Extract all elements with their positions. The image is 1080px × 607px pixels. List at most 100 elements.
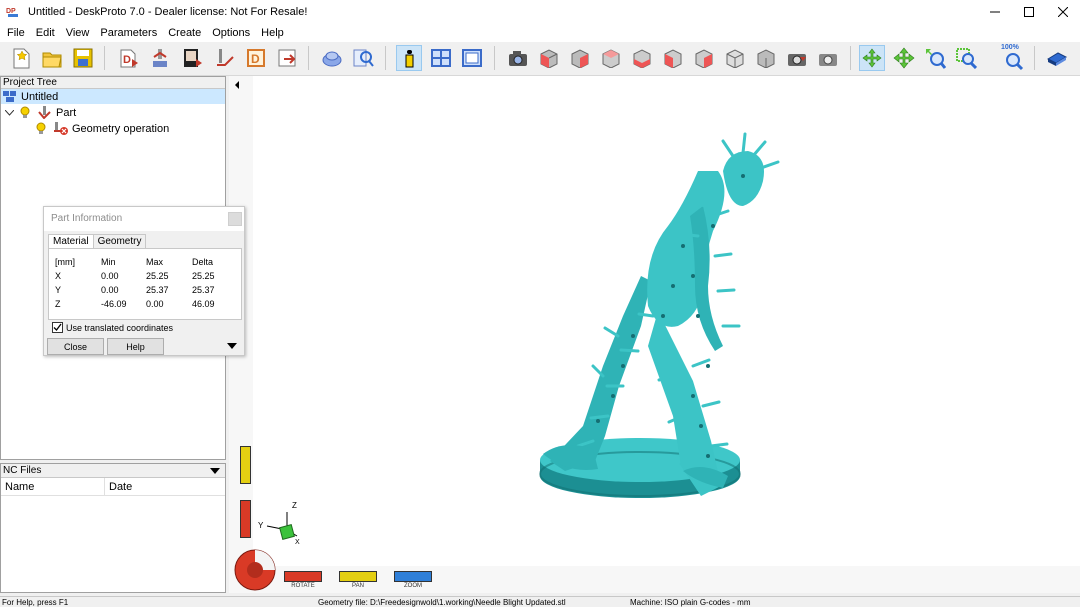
zoom-window-button[interactable] bbox=[953, 45, 979, 71]
project-tree-header: Project Tree bbox=[1, 77, 225, 89]
render-button[interactable] bbox=[784, 45, 810, 71]
tree-item-geometry-operation[interactable]: Geometry operation bbox=[36, 121, 169, 136]
preview-button[interactable] bbox=[459, 45, 485, 71]
minimize-button[interactable] bbox=[978, 0, 1012, 24]
help-button[interactable]: Help bbox=[107, 338, 164, 355]
project-button[interactable] bbox=[180, 45, 206, 71]
menu-parameters[interactable]: Parameters bbox=[96, 27, 161, 39]
info-button[interactable] bbox=[396, 45, 422, 71]
column-header-max: Max bbox=[146, 257, 164, 267]
view-top-button[interactable] bbox=[660, 45, 686, 71]
d-icon: D bbox=[247, 49, 265, 67]
view-front-button[interactable] bbox=[536, 45, 562, 71]
menu-edit[interactable]: Edit bbox=[32, 27, 59, 39]
pan-control[interactable] bbox=[339, 571, 377, 582]
row-max: 0.00 bbox=[146, 299, 164, 309]
project-icon bbox=[184, 49, 202, 67]
menu-options[interactable]: Options bbox=[208, 27, 254, 39]
new-file-icon bbox=[13, 48, 30, 69]
expand-arrow-icon[interactable] bbox=[227, 343, 237, 349]
view-left-button[interactable] bbox=[598, 45, 624, 71]
find-button[interactable] bbox=[350, 45, 376, 71]
row-max: 25.25 bbox=[146, 271, 169, 281]
zoom-100-button[interactable]: 100% bbox=[1000, 44, 1026, 71]
preview-icon bbox=[462, 49, 482, 67]
new-file-button[interactable] bbox=[8, 45, 34, 71]
view-bottom-button[interactable] bbox=[691, 45, 717, 71]
dialog-title-bar[interactable]: Part Information bbox=[44, 207, 244, 231]
nc-files-header[interactable]: NC Files bbox=[1, 464, 225, 478]
collapse-arrow-icon[interactable] bbox=[232, 78, 246, 92]
save-button[interactable] bbox=[70, 45, 96, 71]
maximize-icon bbox=[1024, 7, 1034, 17]
rotate-icon bbox=[862, 48, 882, 68]
dialog-tabs: Material Geometry bbox=[48, 234, 147, 249]
3d-viewport[interactable]: Z Y X ROTATE PAN ZOOM bbox=[229, 76, 1080, 593]
translated-coordinates-option[interactable]: Use translated coordinates bbox=[52, 322, 173, 333]
open-button[interactable] bbox=[39, 45, 65, 71]
geometry-operation-error-icon bbox=[54, 122, 68, 135]
dialog-title: Part Information bbox=[51, 213, 123, 224]
row-delta: 46.09 bbox=[192, 299, 215, 309]
status-help: For Help, press F1 bbox=[2, 598, 69, 607]
tree-item-label: Part bbox=[56, 106, 77, 119]
tree-item-part[interactable]: Part bbox=[4, 105, 77, 120]
info-icon bbox=[405, 50, 414, 68]
dialog-close-button[interactable] bbox=[228, 212, 242, 226]
menu-help[interactable]: Help bbox=[257, 27, 288, 39]
import-geometry-button[interactable]: D bbox=[116, 45, 142, 71]
row-axis: Y bbox=[55, 285, 62, 295]
tree-item-label: Untitled bbox=[21, 90, 59, 103]
snapshot-button[interactable] bbox=[815, 45, 841, 71]
rotate-slider-vertical[interactable] bbox=[240, 500, 251, 538]
part-dimensions-table: [mm] Min Max Delta X 0.00 25.25 25.25 Y … bbox=[48, 248, 242, 320]
view-back-button[interactable] bbox=[567, 45, 593, 71]
manual-button[interactable] bbox=[1044, 45, 1070, 71]
operation-icon bbox=[153, 49, 167, 67]
view-iso-button[interactable] bbox=[722, 45, 748, 71]
toolpath-button[interactable] bbox=[212, 45, 238, 71]
maximize-button[interactable] bbox=[1012, 0, 1046, 24]
row-min: -46.09 bbox=[101, 299, 127, 309]
translated-coordinates-checkbox[interactable] bbox=[52, 322, 63, 333]
deskproto-window: DP Untitled - DeskProto 7.0 - Dealer lic… bbox=[0, 0, 1080, 607]
light-bulb-icon[interactable] bbox=[36, 122, 50, 135]
tab-geometry[interactable]: Geometry bbox=[92, 234, 147, 249]
camera-button[interactable] bbox=[505, 45, 531, 71]
rotate-button[interactable] bbox=[859, 45, 885, 71]
tree-item-project[interactable]: Untitled bbox=[1, 89, 225, 104]
pan-slider-vertical[interactable] bbox=[240, 446, 251, 484]
window-layout-button[interactable] bbox=[428, 45, 454, 71]
zoom-in-button[interactable] bbox=[922, 45, 948, 71]
menu-view[interactable]: View bbox=[62, 27, 94, 39]
nc-files-title: NC Files bbox=[3, 465, 42, 476]
nc-files-columns: Name Date bbox=[1, 478, 225, 496]
column-header-date[interactable]: Date bbox=[105, 478, 132, 495]
part-view-button[interactable] bbox=[319, 45, 345, 71]
view-iso-2-button[interactable] bbox=[753, 45, 779, 71]
menu-file[interactable]: File bbox=[3, 27, 29, 39]
dropdown-arrow-icon[interactable] bbox=[210, 468, 220, 474]
zoom-level-label: 100% bbox=[1001, 44, 1019, 51]
export-icon bbox=[278, 49, 296, 67]
pan-button[interactable] bbox=[891, 45, 917, 71]
model-canvas[interactable] bbox=[253, 76, 1080, 566]
find-icon bbox=[353, 49, 374, 67]
d-button[interactable]: D bbox=[243, 45, 269, 71]
toolbar: D D 100% bbox=[0, 42, 1080, 76]
chevron-down-icon[interactable] bbox=[4, 107, 17, 119]
close-dialog-button[interactable]: Close bbox=[47, 338, 104, 355]
rotate-control[interactable] bbox=[284, 571, 322, 582]
light-bulb-icon[interactable] bbox=[20, 106, 34, 119]
column-header-name[interactable]: Name bbox=[1, 478, 105, 495]
close-button[interactable] bbox=[1046, 0, 1080, 24]
export-button[interactable] bbox=[274, 45, 300, 71]
rotate-dial[interactable] bbox=[233, 548, 277, 592]
zoom-control[interactable] bbox=[394, 571, 432, 582]
part-icon bbox=[38, 106, 52, 120]
view-right-button[interactable] bbox=[629, 45, 655, 71]
tab-material[interactable]: Material bbox=[48, 234, 94, 249]
menu-create[interactable]: Create bbox=[164, 27, 205, 39]
operation-button[interactable] bbox=[148, 45, 174, 71]
menu-bar: File Edit View Parameters Create Options… bbox=[0, 24, 1080, 42]
